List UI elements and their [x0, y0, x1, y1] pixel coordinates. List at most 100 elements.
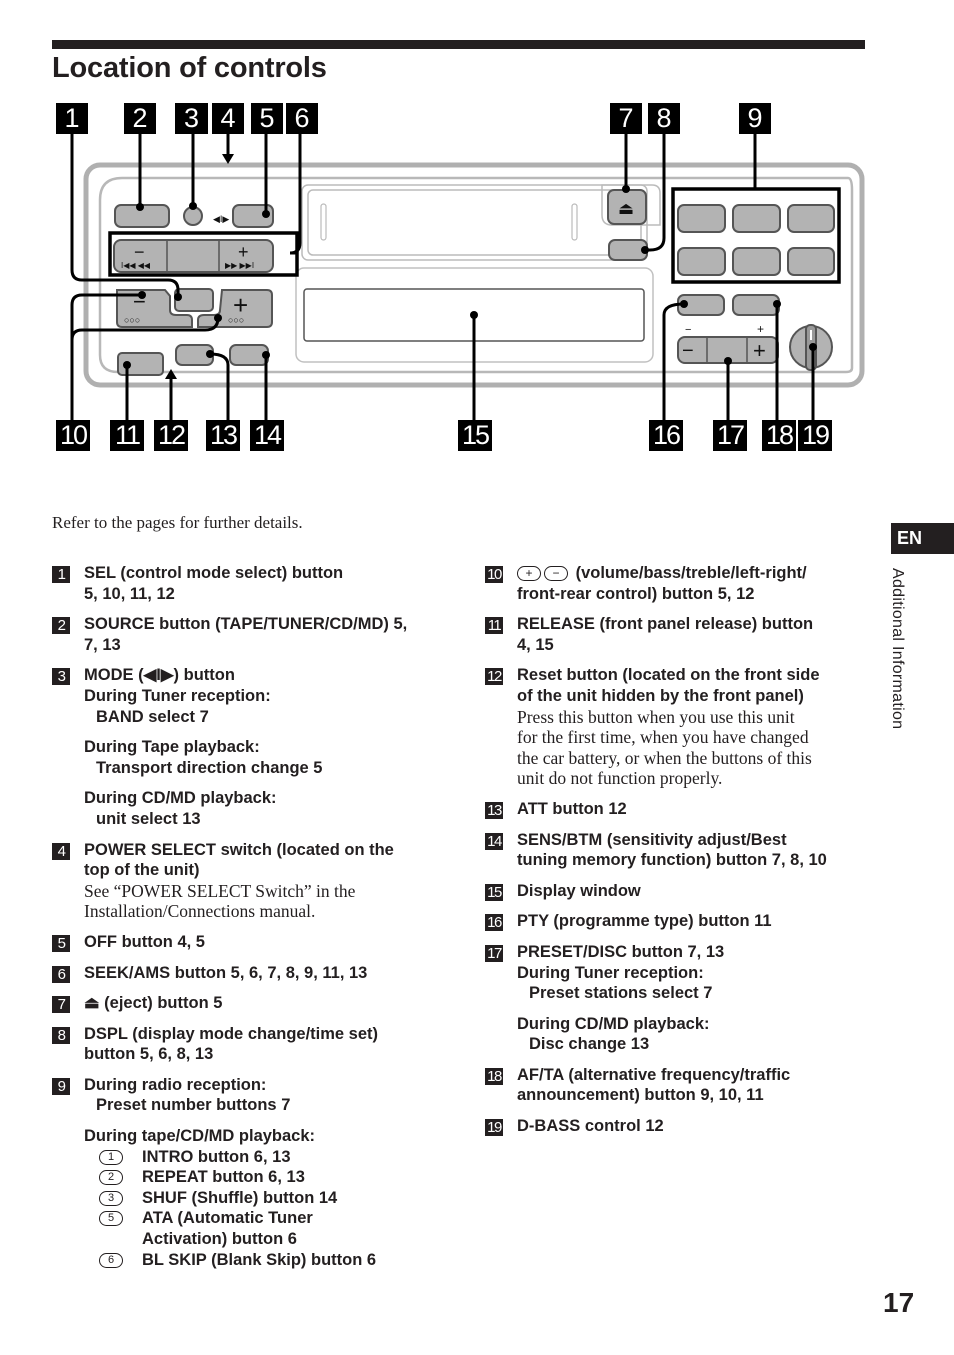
controls-list-left: 1 SEL (control mode select) button 5, 10… — [52, 563, 452, 1280]
circled-number: 2 — [99, 1170, 123, 1186]
callout-13: 13 — [206, 420, 240, 451]
svg-text:−: − — [685, 324, 691, 336]
preset-5-shape — [732, 247, 781, 276]
sub-item: 1 INTRO button 6, 13 — [84, 1147, 452, 1168]
controls-list-right: 10 + − (volume/bass/treble/left-right/ fr… — [485, 563, 875, 1147]
svg-text:○○○: ○○○ — [228, 315, 244, 325]
item-number: 16 — [485, 914, 503, 932]
section-side-label: Additional Information — [889, 568, 906, 730]
svg-text:−: − — [682, 340, 694, 362]
callout-4: 4 — [212, 103, 244, 134]
sub-item: 6 BL SKIP (Blank Skip) button 6 — [84, 1250, 452, 1271]
list-item: 13 ATT button 12 — [485, 799, 875, 820]
page-title: Location of controls — [52, 52, 327, 84]
svg-text:−: − — [134, 242, 145, 262]
preset-2-shape — [732, 204, 781, 233]
callout-18: 18 — [762, 420, 796, 451]
svg-text:+: + — [757, 322, 764, 336]
sub-item: 5 ATA (Automatic Tuner Activation) button … — [84, 1208, 452, 1249]
item-number: 10 — [485, 566, 503, 583]
item-number: 19 — [485, 1119, 503, 1137]
item-number: 4 — [52, 842, 70, 860]
item-number: 12 — [485, 668, 503, 686]
callout-9: 9 — [739, 103, 771, 134]
callout-5: 5 — [251, 103, 283, 134]
callout-2: 2 — [124, 103, 156, 134]
list-item: 7 ⏏ (eject) button 5 — [52, 993, 452, 1014]
item-number: 7 — [52, 996, 70, 1014]
item-number: 9 — [52, 1077, 70, 1095]
item-number: 8 — [52, 1026, 70, 1044]
list-item: 16 PTY (programme type) button 11 — [485, 911, 875, 932]
item-number: 14 — [485, 832, 503, 850]
item-number: 1 — [52, 566, 70, 583]
language-tab: EN — [891, 523, 954, 554]
svg-text:○○○: ○○○ — [124, 315, 140, 325]
list-item: 1 SEL (control mode select) button 5, 10… — [52, 563, 452, 604]
item-number: 2 — [52, 617, 70, 635]
item-number: 13 — [485, 801, 503, 819]
item-number: 5 — [52, 934, 70, 952]
list-item: 6 SEEK/AMS button 5, 6, 7, 8, 9, 11, 13 — [52, 963, 452, 984]
callout-17: 17 — [713, 420, 747, 451]
preset-1-shape — [677, 204, 726, 233]
svg-text:+: + — [238, 242, 249, 262]
sel-button-shape — [174, 288, 214, 312]
plus-icon: + — [517, 566, 541, 581]
list-item: 5 OFF button 4, 5 — [52, 932, 452, 953]
callout-10: 10 — [56, 420, 90, 451]
car-stereo-illustration: ◀I▶ − I◀◀ ◀◀ + ▶▶ ▶▶I − ○○○ + ○○○ ⏏ − + … — [70, 130, 865, 420]
eject-glyph: ⏏ — [618, 199, 634, 218]
list-item: 3 MODE (◀I▶) button During Tuner recepti… — [52, 665, 452, 829]
item-number: 18 — [485, 1067, 503, 1085]
preset-4-shape — [677, 247, 726, 276]
afta-button-shape — [732, 294, 780, 316]
circled-number: 3 — [99, 1190, 123, 1206]
item-number: 15 — [485, 883, 503, 901]
svg-text:+: + — [753, 338, 766, 363]
controls-diagram: ◀I▶ − I◀◀ ◀◀ + ▶▶ ▶▶I − ○○○ + ○○○ ⏏ − + … — [0, 95, 954, 465]
callout-16: 16 — [649, 420, 683, 451]
item-number: 6 — [52, 965, 70, 983]
list-item: 10 + − (volume/bass/treble/left-right/ fr… — [485, 563, 875, 604]
callout-14: 14 — [250, 420, 284, 451]
svg-text:▶▶ ▶▶I: ▶▶ ▶▶I — [225, 261, 254, 270]
callout-1: 1 — [56, 103, 88, 134]
leader-8 — [645, 130, 666, 252]
callout-11: 11 — [110, 420, 144, 451]
list-item: 9 During radio reception: Preset number … — [52, 1075, 452, 1270]
circled-number: 6 — [99, 1252, 123, 1268]
item-number: 11 — [485, 617, 503, 635]
list-item: 11 RELEASE (front panel release) button … — [485, 614, 875, 655]
page-number: 17 — [883, 1287, 915, 1318]
mode-symbol-glyph: ◀I▶ — [213, 214, 229, 224]
sub-item: 3 SHUF (Shuffle) button 14 — [84, 1188, 452, 1209]
preset-3-shape — [787, 204, 835, 233]
svg-text:I◀◀ ◀◀: I◀◀ ◀◀ — [121, 261, 151, 270]
item-number: 17 — [485, 944, 503, 962]
callout-6: 6 — [286, 103, 318, 134]
item-number: 3 — [52, 668, 70, 686]
list-item: 19 D-BASS control 12 — [485, 1116, 875, 1137]
circled-number: 1 — [99, 1149, 123, 1165]
callout-19: 19 — [798, 420, 832, 451]
callout-8: 8 — [648, 103, 680, 134]
callout-3: 3 — [175, 103, 208, 134]
list-item: 17 PRESET/DISC button 7, 13 During Tuner… — [485, 942, 875, 1055]
minus-icon: − — [544, 566, 568, 581]
list-item: 12 Reset button (located on the front si… — [485, 665, 875, 789]
intro-text: Refer to the pages for further details. — [52, 513, 303, 532]
callout-7: 7 — [610, 103, 642, 134]
list-item: 8 DSPL (display mode change/time set) bu… — [52, 1024, 452, 1065]
sub-item: 2 REPEAT button 6, 13 — [84, 1167, 452, 1188]
top-rule — [52, 40, 865, 49]
list-item: 15 Display window — [485, 881, 875, 902]
list-item: 14 SENS/BTM (sensitivity adjust/Best tun… — [485, 830, 875, 871]
callout-12: 12 — [154, 420, 188, 451]
tape-slot — [301, 184, 648, 261]
circled-number: 5 — [99, 1211, 123, 1227]
callout-15: 15 — [458, 420, 492, 451]
preset-6-shape — [787, 247, 835, 276]
list-item: 18 AF/TA (alternative frequency/traffic … — [485, 1065, 875, 1106]
list-item: 2 SOURCE button (TAPE/TUNER/CD/MD) 5, 7,… — [52, 614, 452, 655]
